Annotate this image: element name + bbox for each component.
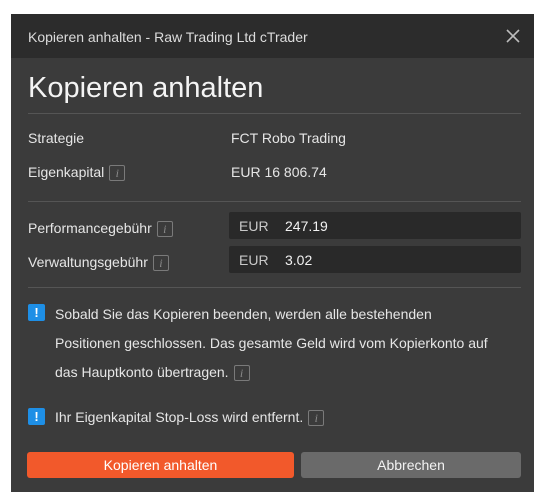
management-fee-label: Verwaltungsgebühr i xyxy=(28,254,169,272)
dialog-heading: Kopieren anhalten xyxy=(28,72,264,104)
divider xyxy=(28,113,521,114)
divider xyxy=(28,287,521,288)
warning-text-last: das Hauptkonto übertragen. xyxy=(55,364,229,380)
stop-copying-dialog: Kopieren anhalten - Raw Trading Ltd cTra… xyxy=(11,14,534,492)
info-icon[interactable]: i xyxy=(109,165,126,182)
equity-label-text: Eigenkapital xyxy=(28,164,105,180)
warning-text-line: das Hauptkonto übertragen. i xyxy=(55,364,250,382)
equity-value: EUR 16 806.74 xyxy=(231,164,327,180)
management-fee-label-text: Verwaltungsgebühr xyxy=(28,254,148,270)
performance-fee-field[interactable]: EUR 247.19 xyxy=(229,212,521,239)
performance-fee-label-text: Performancegebühr xyxy=(28,220,152,236)
warning-text-line: Positionen geschlossen. Das gesamte Geld… xyxy=(55,335,488,351)
info-icon[interactable]: i xyxy=(233,365,250,382)
performance-fee-label: Performancegebühr i xyxy=(28,220,173,238)
performance-fee-currency: EUR xyxy=(239,218,269,234)
warning-icon: ! xyxy=(28,408,45,425)
close-icon[interactable] xyxy=(503,26,523,46)
management-fee-field[interactable]: EUR 3.02 xyxy=(229,246,521,273)
warning-icon: ! xyxy=(28,304,45,321)
equity-label: Eigenkapital i xyxy=(28,164,126,182)
management-fee-amount: 3.02 xyxy=(285,252,313,268)
stop-copying-button[interactable]: Kopieren anhalten xyxy=(27,452,294,478)
info-icon[interactable]: i xyxy=(152,255,169,272)
info-icon[interactable]: i xyxy=(308,410,325,427)
divider xyxy=(28,201,521,202)
stop-loss-warning: Ihr Eigenkapital Stop-Loss wird entfernt… xyxy=(55,409,325,427)
performance-fee-amount: 247.19 xyxy=(285,218,328,234)
window-title: Kopieren anhalten - Raw Trading Ltd cTra… xyxy=(28,29,308,45)
strategy-value: FCT Robo Trading xyxy=(231,130,346,146)
warning-text-line: Sobald Sie das Kopieren beenden, werden … xyxy=(55,306,432,322)
management-fee-currency: EUR xyxy=(239,252,269,268)
info-icon[interactable]: i xyxy=(156,221,173,238)
cancel-button[interactable]: Abbrechen xyxy=(301,452,521,478)
stop-loss-warning-text: Ihr Eigenkapital Stop-Loss wird entfernt… xyxy=(55,409,304,425)
dialog-titlebar: Kopieren anhalten - Raw Trading Ltd cTra… xyxy=(11,14,534,58)
strategy-label: Strategie xyxy=(28,130,85,146)
